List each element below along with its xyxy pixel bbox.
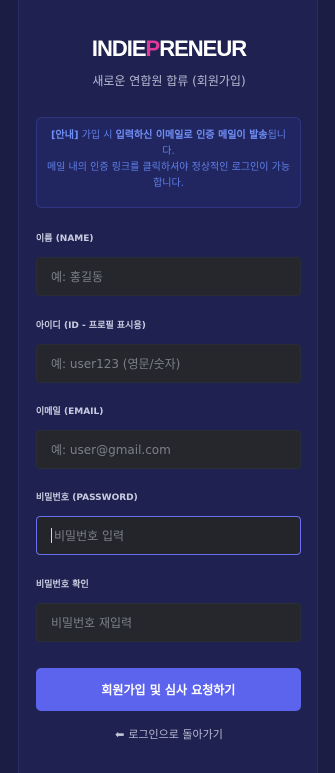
password-confirm-input[interactable]: 비밀번호 재입력 [36, 603, 301, 642]
notice-box: [안내] 가입 시 입력하신 이메일로 인증 메일이 발송됩니다. 메일 내의 인… [36, 117, 301, 208]
notice-bold: 입력하신 이메일로 인증 메일이 발송 [115, 130, 268, 141]
notice-line2: 메일 내의 인증 링크를 클릭하셔야 정상적인 로그인이 가능합니다. [46, 162, 291, 189]
back-to-login-link[interactable]: ⬅ 로그인으로 돌아가기 [19, 726, 319, 742]
arrow-left-icon: ⬅ [115, 728, 125, 741]
user-id-placeholder: 예: user123 (영문/숫자) [51, 357, 181, 371]
name-placeholder: 예: 홍길동 [51, 270, 104, 284]
name-input[interactable]: 예: 홍길동 [36, 257, 301, 296]
user-id-label: 아이디 (ID - 프로필 표시용) [36, 321, 146, 331]
notice-text1: 가입 시 [78, 130, 116, 141]
back-to-login-label: 로그인으로 돌아가기 [128, 728, 223, 741]
signup-card: INDIEPRENEUR 새로운 연합원 합류 (회원가입) [안내] 가입 시… [18, 0, 318, 773]
notice-tag: [안내] [50, 130, 79, 141]
user-id-input[interactable]: 예: user123 (영문/숫자) [36, 344, 301, 383]
email-placeholder: 예: user@gmail.com [51, 443, 171, 457]
text-caret [51, 528, 52, 543]
password-placeholder: 비밀번호 입력 [54, 529, 125, 543]
submit-button[interactable]: 회원가입 및 심사 요청하기 [36, 668, 301, 711]
password-label: 비밀번호 (PASSWORD) [36, 493, 138, 503]
brand-logo-accent: P [145, 36, 161, 61]
brand-logo: INDIEPRENEUR [19, 36, 319, 62]
password-confirm-label: 비밀번호 확인 [36, 580, 89, 590]
password-confirm-placeholder: 비밀번호 재입력 [51, 616, 133, 630]
brand-logo-part2: RENEUR [159, 36, 247, 61]
brand-logo-part1: INDIE [91, 36, 147, 61]
password-input[interactable]: 비밀번호 입력 [36, 516, 301, 555]
page-subtitle: 새로운 연합원 합류 (회원가입) [92, 74, 246, 88]
name-label: 이름 (NAME) [36, 234, 94, 244]
email-label: 이메일 (EMAIL) [36, 407, 104, 417]
email-input[interactable]: 예: user@gmail.com [36, 430, 301, 469]
